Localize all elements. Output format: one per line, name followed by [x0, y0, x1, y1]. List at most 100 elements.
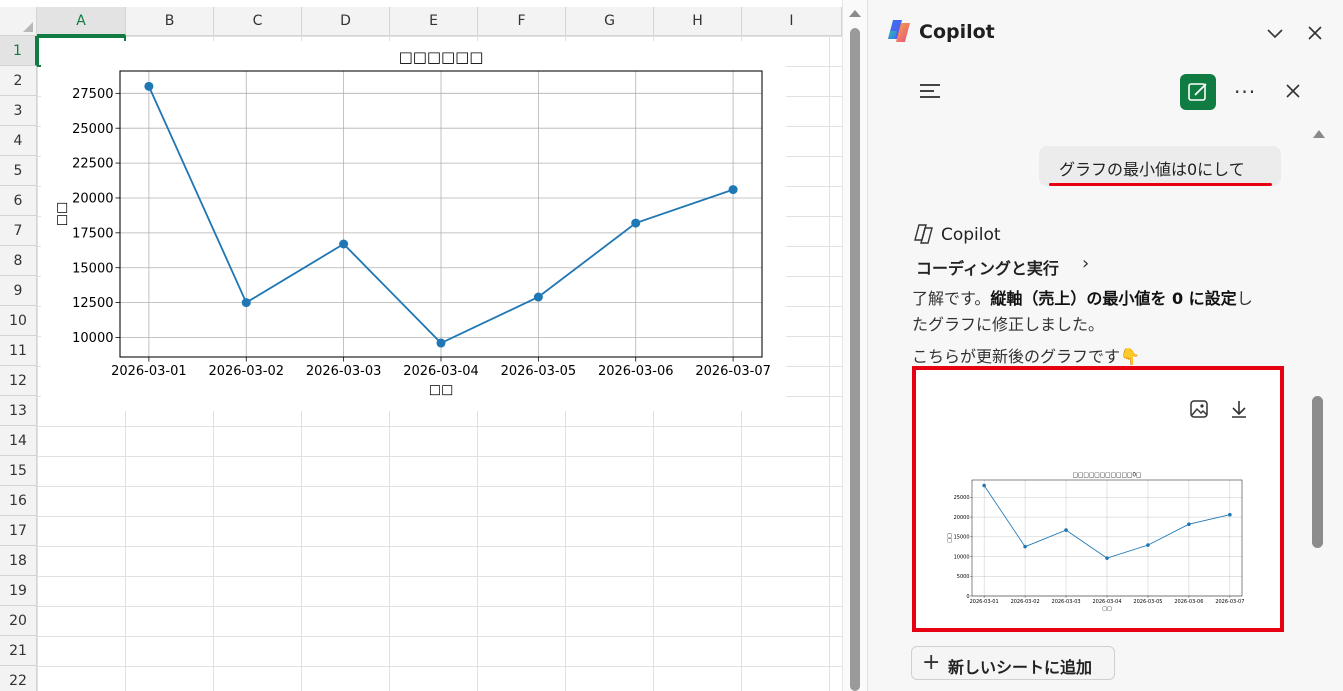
row-header-17[interactable]: 17 — [0, 516, 37, 546]
pane-title: Copilot — [919, 21, 995, 43]
main-y-tick-label: 12500 — [72, 296, 113, 311]
plus-icon: + — [922, 650, 941, 675]
row-header-3[interactable]: 3 — [0, 96, 37, 126]
row-header-18[interactable]: 18 — [0, 546, 37, 576]
more-icon[interactable]: ··· — [1234, 80, 1256, 104]
main-y-tick-label: 20000 — [72, 192, 113, 207]
row-header-22[interactable]: 22 — [0, 666, 37, 691]
main-x-tick-label: 2026-03-05 — [501, 364, 577, 379]
main-line-chart: 10000 12500 15000 17500 20000 22500 25000 27500… — [54, 48, 770, 397]
column-header-e[interactable]: E — [390, 7, 478, 36]
main-y-tick-label: 22500 — [72, 157, 113, 172]
add-to-new-sheet-label: 新しいシートに追加 — [948, 658, 1093, 677]
coding-and-run-link[interactable]: コーディングと実行 — [916, 255, 1059, 279]
thumb-data-point — [1146, 543, 1150, 547]
main-x-tick-label: 2026-03-02 — [208, 364, 284, 379]
row-header-5[interactable]: 5 — [0, 156, 37, 186]
row-header-12[interactable]: 12 — [0, 366, 37, 396]
select-all-corner[interactable] — [0, 7, 37, 36]
new-chat-button[interactable] — [1180, 74, 1216, 110]
thumb-data-point — [1105, 556, 1109, 560]
row-header-20[interactable]: 20 — [0, 606, 37, 636]
response-line-2: たグラフに修正しました。 — [912, 315, 1105, 334]
thumb-data-point — [1064, 528, 1068, 532]
row-header-6[interactable]: 6 — [0, 186, 37, 216]
close-icon[interactable] — [1304, 22, 1326, 44]
menu-icon[interactable] — [920, 82, 942, 100]
main-data-point — [631, 218, 641, 228]
download-icon[interactable] — [1228, 398, 1250, 420]
thumb-data-point — [1023, 544, 1027, 549]
column-header-h[interactable]: H — [654, 7, 742, 36]
row-header-19[interactable]: 19 — [0, 576, 37, 606]
column-header-c[interactable]: C — [214, 7, 302, 36]
row-header-1[interactable]: 1 — [0, 36, 37, 66]
column-header-f[interactable]: F — [478, 7, 566, 36]
row-header-9[interactable]: 9 — [0, 276, 37, 306]
new-chat-icon — [1188, 83, 1207, 101]
sheet-scrollbar[interactable] — [842, 0, 867, 691]
row-header-7[interactable]: 7 — [0, 216, 37, 246]
column-header-d[interactable]: D — [302, 7, 390, 36]
chat-toolbar: ··· — [868, 70, 1343, 114]
row-header-2[interactable]: 2 — [0, 66, 37, 96]
row-header-4[interactable]: 4 — [0, 126, 37, 156]
thumb-y-tick-label: 25000 — [954, 495, 970, 501]
scrollbar-thumb[interactable] — [850, 28, 860, 691]
copilot-mono-logo-icon — [914, 224, 933, 244]
row-header-10[interactable]: 10 — [0, 306, 37, 336]
row-header-15[interactable]: 15 — [0, 456, 37, 486]
thumb-data-point — [982, 483, 986, 488]
chart-object[interactable]: 10000 12500 15000 17500 20000 22500 25000 27500… — [41, 41, 786, 411]
main-x-tick-label: 2026-03-03 — [306, 364, 382, 379]
pane-scroll-up-icon[interactable] — [1313, 130, 1325, 138]
response-line-1: 了解です。縦軸（売上）の最小値を 0 に設定し — [912, 289, 1253, 308]
main-data-point — [436, 338, 446, 348]
thumb-x-tick-label: 2026-03-06 — [1174, 599, 1203, 605]
thumb-y-axis-label: □□ — [947, 533, 953, 543]
row-header-21[interactable]: 21 — [0, 636, 37, 666]
thumb-y-tick-label: 5000 — [957, 574, 970, 580]
user-message-bubble: グラフの最小値は0にして — [1039, 146, 1281, 186]
row-header-14[interactable]: 14 — [0, 426, 37, 456]
chart-image-card[interactable]: 0 5000 10000 15000 20000 25000 2026-03-01 2026-… — [912, 366, 1284, 632]
main-y-tick-label: 27500 — [72, 87, 113, 102]
thumb-x-tick-label: 2026-03-04 — [1092, 599, 1121, 605]
thumb-x-tick-label: 2026-03-05 — [1133, 599, 1162, 605]
main-data-point — [339, 239, 349, 249]
row-header-8[interactable]: 8 — [0, 246, 37, 276]
thumb-chart-title: □□□□□□□□□□□0□ — [1073, 473, 1142, 479]
main-chart-title: □□□□□□ — [399, 48, 484, 66]
responder-name: Copilot — [941, 225, 1001, 245]
row-header-11[interactable]: 11 — [0, 336, 37, 366]
close-icon[interactable] — [1282, 80, 1304, 102]
pane-scrollbar-thumb[interactable] — [1312, 396, 1323, 548]
chevron-down-icon[interactable] — [1264, 22, 1286, 44]
user-message-text: グラフの最小値は0にして — [1059, 160, 1245, 179]
main-data-point — [241, 298, 251, 308]
column-header-a[interactable]: A — [37, 7, 126, 36]
thumb-y-tick-label: 10000 — [954, 554, 970, 560]
main-x-tick-label: 2026-03-04 — [403, 364, 479, 379]
pane-header: Copilot — [868, 0, 1343, 66]
image-icon[interactable] — [1188, 398, 1210, 420]
column-header-g[interactable]: G — [566, 7, 654, 36]
chevron-right-icon[interactable]: › — [1082, 253, 1089, 274]
main-x-tick-label: 2026-03-01 — [111, 364, 187, 379]
column-header-b[interactable]: B — [126, 7, 214, 36]
highlight-underline — [1049, 183, 1272, 186]
main-y-tick-label: 10000 — [72, 331, 113, 346]
main-x-axis-label: □□ — [429, 382, 454, 397]
column-header-i[interactable]: I — [742, 7, 842, 36]
main-y-tick-label: 15000 — [72, 261, 113, 276]
main-y-axis-label: □□ — [54, 202, 69, 227]
thumb-x-tick-label: 2026-03-01 — [970, 599, 999, 605]
scroll-up-arrow-icon[interactable] — [849, 10, 861, 17]
thumb-x-axis-label: □□ — [1102, 606, 1112, 612]
row-header-16[interactable]: 16 — [0, 486, 37, 516]
thumb-x-tick-label: 2026-03-03 — [1052, 599, 1081, 605]
copilot-pane: Copilot ··· グラフの最小値は0にして Copilot コーディングと… — [867, 0, 1343, 691]
row-header-13[interactable]: 13 — [0, 396, 37, 426]
add-to-new-sheet-button[interactable]: + 新しいシートに追加 — [911, 646, 1115, 680]
main-y-tick-label: 17500 — [72, 226, 113, 241]
